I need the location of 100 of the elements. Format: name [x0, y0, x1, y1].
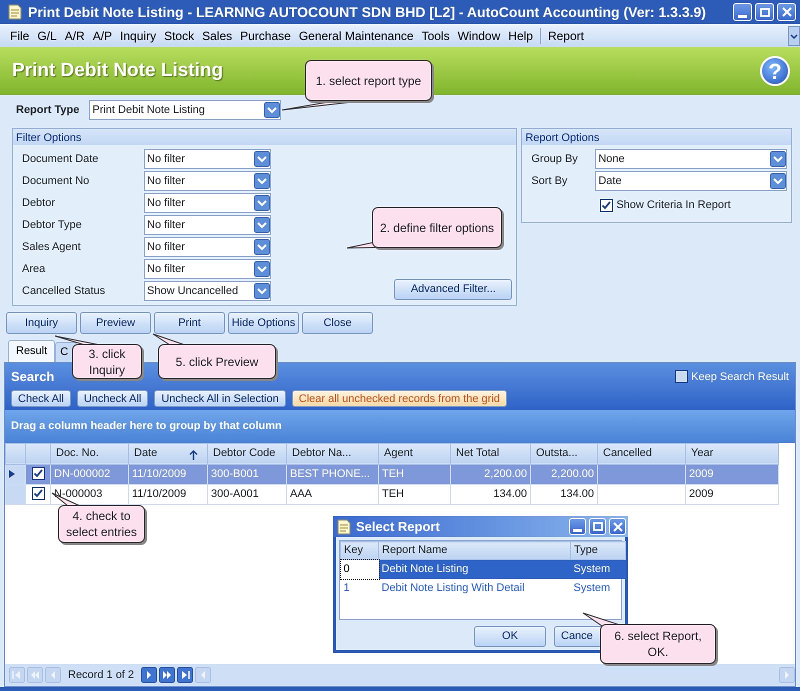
dialog-title: Select Report — [356, 518, 441, 536]
menu-item[interactable]: Inquiry — [116, 26, 160, 44]
menu-item[interactable]: General Maintenance — [294, 26, 418, 44]
sort-ascending-icon — [189, 450, 198, 460]
minimize-button[interactable] — [733, 3, 752, 21]
dropdown-field[interactable]: Show Uncancelled — [144, 281, 271, 301]
table-cell: 1 — [344, 582, 350, 594]
tab[interactable]: Result — [8, 340, 56, 362]
list-row[interactable]: 1 Debit Note Listing With Detail System — [340, 578, 626, 598]
dropdown-field[interactable]: Date — [595, 171, 788, 191]
dropdown-button[interactable] — [254, 195, 270, 211]
previous-page-icon — [27, 667, 43, 683]
table-cell: Debit Note Listing — [382, 563, 468, 575]
checkbox-label: Keep Search Result — [691, 370, 789, 384]
dropdown-field[interactable]: No filter — [144, 237, 271, 257]
dropdown-field[interactable]: Print Debit Note Listing — [89, 100, 282, 120]
checkbox[interactable] — [32, 467, 44, 480]
dropdown-field[interactable]: No filter — [144, 193, 271, 213]
column-header[interactable]: Report Name — [378, 542, 570, 560]
dropdown-field[interactable]: None — [595, 149, 788, 169]
dropdown-button[interactable] — [254, 261, 270, 277]
close-button[interactable] — [609, 518, 626, 535]
table-row[interactable]: N-000003 11/10/2009 300-A001 AAA TEH 134.00 134.00 2009 — [6, 484, 778, 504]
field-label: Sales Agent — [22, 240, 82, 255]
minimize-icon — [738, 14, 747, 18]
field-label: Document Date — [22, 152, 100, 167]
menu-item[interactable]: A/P — [88, 26, 116, 44]
window-title: Print Debit Note Listing - LEARNNG AUTOCOUNT SDN BHD [L2] - AutoCount Accounting (Ver: 1.3.3.9) — [28, 2, 707, 22]
toolbar-button[interactable]: Uncheck All in Selection — [154, 390, 286, 406]
field-label: Cancelled Status — [22, 284, 106, 299]
last-record-icon[interactable] — [177, 667, 194, 683]
action-button[interactable]: Print — [154, 312, 225, 334]
action-button[interactable]: Preview — [80, 312, 151, 334]
column-header[interactable]: Type — [570, 542, 626, 560]
next-record-icon[interactable] — [141, 667, 158, 683]
maximize-icon — [760, 8, 770, 16]
column-header[interactable]: Year — [686, 443, 778, 464]
menu-item[interactable]: Window — [454, 26, 504, 44]
dropdown-button[interactable] — [254, 239, 270, 255]
column-header[interactable]: Net Total — [450, 443, 530, 464]
dropdown-button[interactable] — [254, 217, 270, 233]
dropdown-button[interactable] — [254, 283, 270, 299]
column-header[interactable]: Agent — [378, 443, 450, 464]
menu-item[interactable]: Purchase — [236, 26, 295, 44]
column-header[interactable]: Debtor Na... — [286, 443, 378, 464]
action-button[interactable]: Close — [302, 312, 373, 334]
menu-item[interactable]: Tools — [418, 26, 454, 44]
menu-item[interactable]: Sales — [198, 26, 236, 44]
maximize-button[interactable] — [755, 3, 774, 21]
checkbox[interactable] — [675, 370, 688, 384]
toolbar-button[interactable]: Uncheck All — [76, 390, 148, 406]
next-page-icon[interactable] — [159, 667, 176, 683]
field-label: Sort By — [531, 174, 568, 189]
maximize-button[interactable] — [589, 518, 606, 535]
menu-item[interactable]: Report — [544, 26, 588, 44]
table-cell: 2009 — [689, 468, 714, 480]
table-cell: 134.00 — [560, 488, 594, 500]
row-pointer-icon — [9, 470, 15, 478]
checkbox[interactable] — [32, 487, 44, 500]
column-header[interactable]: Key — [340, 542, 378, 560]
checkbox[interactable] — [600, 198, 614, 212]
table-cell: 11/10/2009 — [132, 468, 186, 480]
dropdown-field[interactable]: No filter — [144, 215, 271, 235]
dropdown-field[interactable]: No filter — [144, 259, 271, 279]
field-label: Document No — [22, 174, 90, 189]
toolbar-button[interactable]: Check All — [11, 390, 71, 406]
minimize-button[interactable] — [569, 518, 586, 535]
menu-item[interactable]: Stock — [160, 26, 198, 44]
dropdown-field[interactable]: No filter — [144, 149, 271, 169]
action-button[interactable]: Inquiry — [6, 312, 77, 334]
table-cell: System — [574, 582, 610, 594]
table-cell: TEH — [382, 488, 404, 500]
chevron-down-icon[interactable] — [788, 26, 800, 46]
column-header[interactable]: Debtor Code — [208, 443, 286, 464]
advanced-filter-button[interactable]: Advanced Filter... — [394, 279, 512, 300]
dialog-button[interactable]: OK — [474, 626, 546, 647]
dropdown-button[interactable] — [770, 173, 786, 189]
column-header[interactable]: Cancelled — [598, 443, 686, 464]
column-header[interactable]: Doc. No. — [50, 443, 128, 464]
minimize-icon — [573, 528, 582, 532]
table-cell: N-000003 — [54, 488, 102, 500]
column-header[interactable]: Outsta... — [530, 443, 598, 464]
menu-item[interactable]: Help — [504, 26, 537, 44]
menu-item[interactable]: File — [6, 26, 34, 44]
table-cell: 300-A001 — [211, 488, 259, 500]
field-label: Area — [22, 262, 46, 277]
dropdown-field[interactable]: No filter — [144, 171, 271, 191]
table-cell: 2009 — [689, 488, 714, 500]
toolbar-button[interactable]: Clear all unchecked records from the grid — [292, 390, 507, 406]
first-record-icon — [9, 667, 25, 683]
menu-item[interactable]: A/R — [60, 26, 89, 44]
menu-item[interactable]: G/L — [33, 26, 61, 44]
column-header[interactable]: Date — [128, 443, 208, 464]
panel-title: Search — [11, 368, 54, 386]
close-button[interactable] — [777, 3, 796, 21]
action-button[interactable]: Hide Options — [228, 312, 299, 334]
dropdown-button[interactable] — [254, 151, 270, 167]
dropdown-button[interactable] — [264, 102, 280, 118]
dropdown-button[interactable] — [254, 173, 270, 189]
dropdown-button[interactable] — [770, 151, 786, 167]
